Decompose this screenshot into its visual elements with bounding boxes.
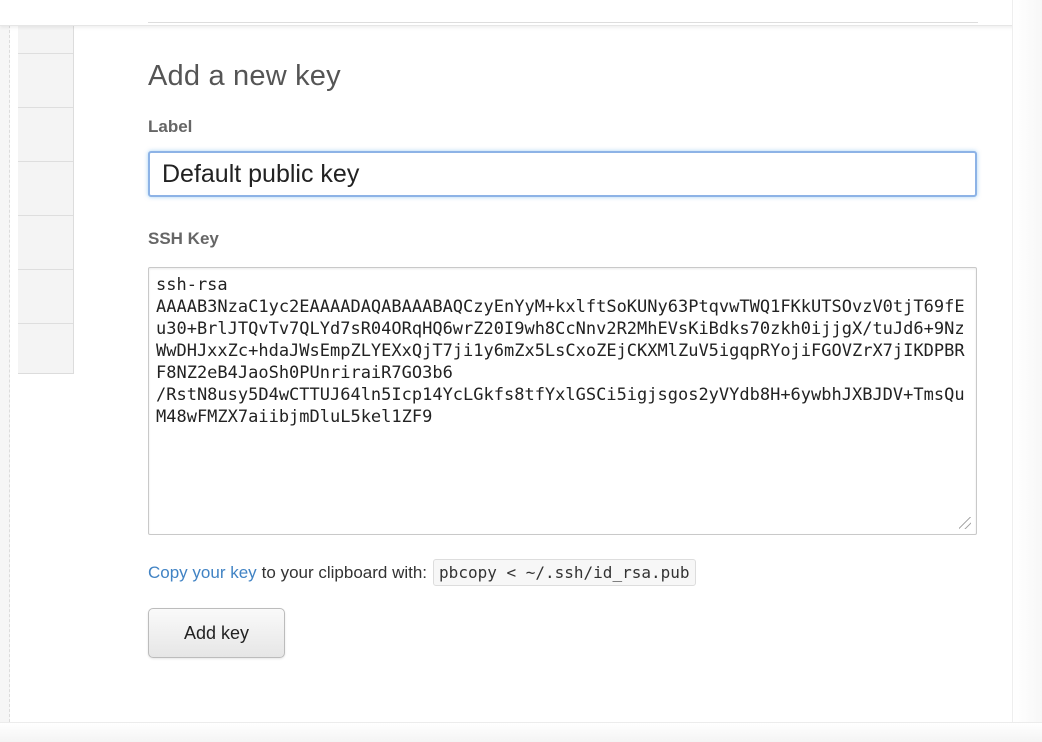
ssh-key-textarea[interactable]: ssh-rsa AAAAB3NzaC1yc2EAAAADAQABAAABAQCz… — [148, 267, 977, 535]
divider — [148, 22, 978, 23]
copy-hint: Copy your key to your clipboard with: pb… — [148, 559, 978, 586]
sidebar-row[interactable] — [18, 270, 73, 324]
copy-hint-text: to your clipboard with: — [261, 562, 428, 582]
label-input[interactable] — [148, 151, 977, 197]
copy-key-link[interactable]: Copy your key — [148, 563, 257, 583]
label-field-label: Label — [148, 117, 193, 136]
torn-edge-left — [0, 0, 10, 742]
copy-command: pbcopy < ~/.ssh/id_rsa.pub — [433, 559, 696, 586]
ssh-key-field-label: SSH Key — [148, 229, 219, 248]
form-title: Add a new key — [148, 60, 341, 92]
torn-edge-right — [1012, 0, 1042, 742]
add-key-form: Add a new key Label SSH Key ssh-rsa AAAA… — [148, 60, 978, 658]
add-key-button[interactable]: Add key — [148, 608, 285, 658]
torn-edge-bottom — [0, 722, 1042, 742]
sidebar-row[interactable] — [18, 108, 73, 162]
resize-grip-icon[interactable] — [959, 517, 971, 529]
sidebar-row[interactable] — [18, 162, 73, 216]
sidebar-row[interactable] — [18, 216, 73, 270]
ssh-key-wrapper: ssh-rsa AAAAB3NzaC1yc2EAAAADAQABAAABAQCz… — [148, 267, 977, 535]
sidebar — [18, 0, 74, 374]
sidebar-row[interactable] — [18, 54, 73, 108]
